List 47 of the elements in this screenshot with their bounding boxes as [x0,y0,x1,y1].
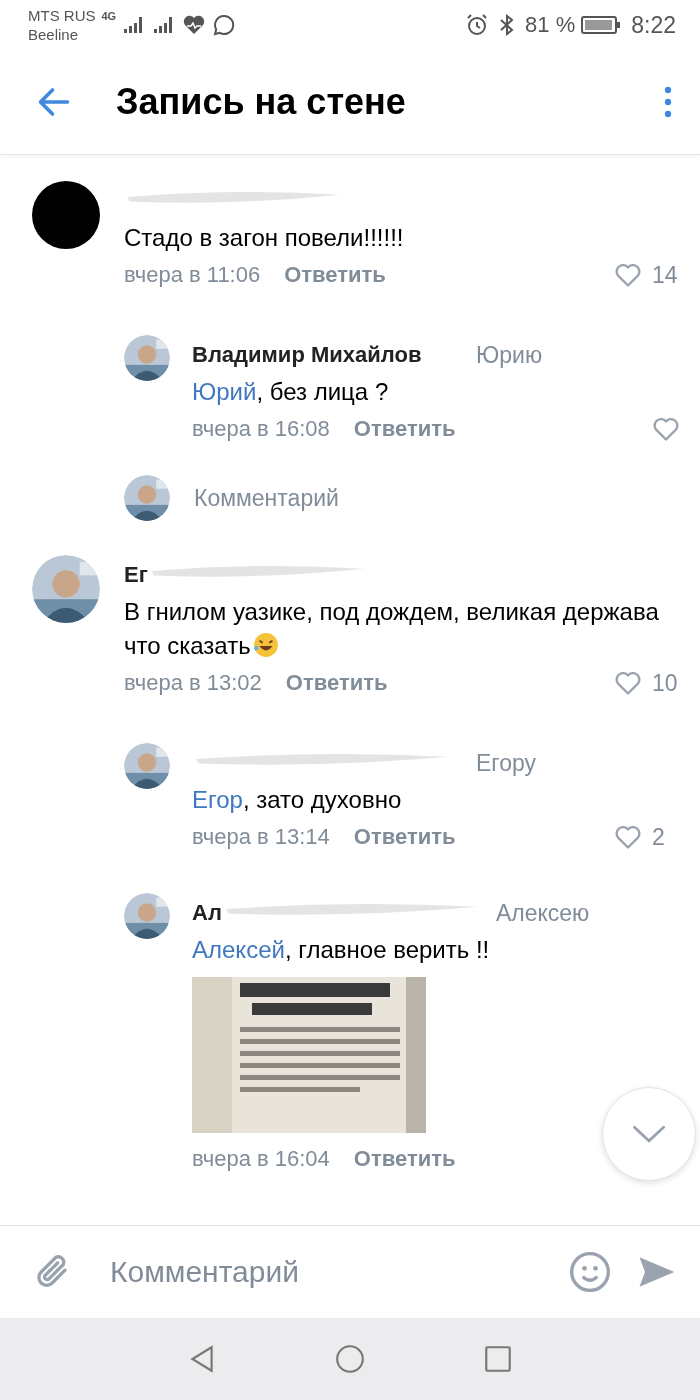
chevron-down-icon [632,1125,666,1143]
heart-rate-icon [182,13,207,37]
more-menu-icon[interactable] [664,86,672,118]
reply-field[interactable]: Комментарий [194,484,339,512]
carrier-name: Beeline [28,25,80,44]
battery-percent: 81 % [525,12,576,38]
heart-icon[interactable] [614,670,642,696]
heart-icon[interactable] [614,262,642,288]
like-count: 2 [652,823,666,851]
comment-text: Егор, зато духовно [192,785,403,815]
author-name[interactable]: Ег [124,562,148,588]
chat-bubble-icon [212,13,237,37]
comment-text: В гнилом уазике, под дождем, великая держава что сказать [124,597,660,661]
page-title: Запись на стене [116,81,406,123]
reply-link[interactable]: Ответить [353,416,456,442]
home-nav-icon[interactable] [334,1343,366,1375]
reply-to: Юрию [476,341,543,369]
comment-time: вчера в 13:02 [124,670,262,696]
recents-nav-icon[interactable] [482,1343,514,1375]
network-type: 4G [101,10,117,22]
reply-link[interactable]: Ответить [284,262,386,288]
reply-link[interactable]: Ответить [353,1146,456,1172]
smiley-icon[interactable] [568,1250,612,1294]
reply-link[interactable]: Ответить [285,670,388,696]
reply-to: Егору [476,749,537,777]
mention-link[interactable]: Юрий [192,378,257,405]
heart-icon[interactable] [614,824,642,850]
clock-time: 8:22 [631,11,676,39]
comment-time: вчера в 13:14 [192,824,330,850]
comment-time: вчера в 16:08 [192,416,330,442]
comment-time: вчера в 11:06 [124,262,261,288]
comment-text: Юрий, без лица ? [192,377,390,407]
reply-to: Алексею [495,899,590,927]
like-count: 14 [652,261,679,289]
reply-link[interactable]: Ответить [353,824,456,850]
author-name[interactable]: Владимир Михайлов [192,342,422,368]
carrier-name: MTS RUS [28,6,96,25]
mention-link[interactable]: Алексей [192,936,285,963]
mention-link[interactable]: Егор [192,786,243,813]
comment-time: вчера в 16:04 [192,1146,330,1172]
like-count: 10 [652,669,679,697]
comment-input[interactable]: Комментарий [110,1255,546,1289]
comment-text: Стадо в загон повели!!!!!! [124,223,405,253]
author-name[interactable]: Ал [192,900,222,926]
battery-icon [581,14,622,36]
comment-text: Алексей, главное верить !! [192,935,491,965]
heart-icon[interactable] [652,416,680,442]
